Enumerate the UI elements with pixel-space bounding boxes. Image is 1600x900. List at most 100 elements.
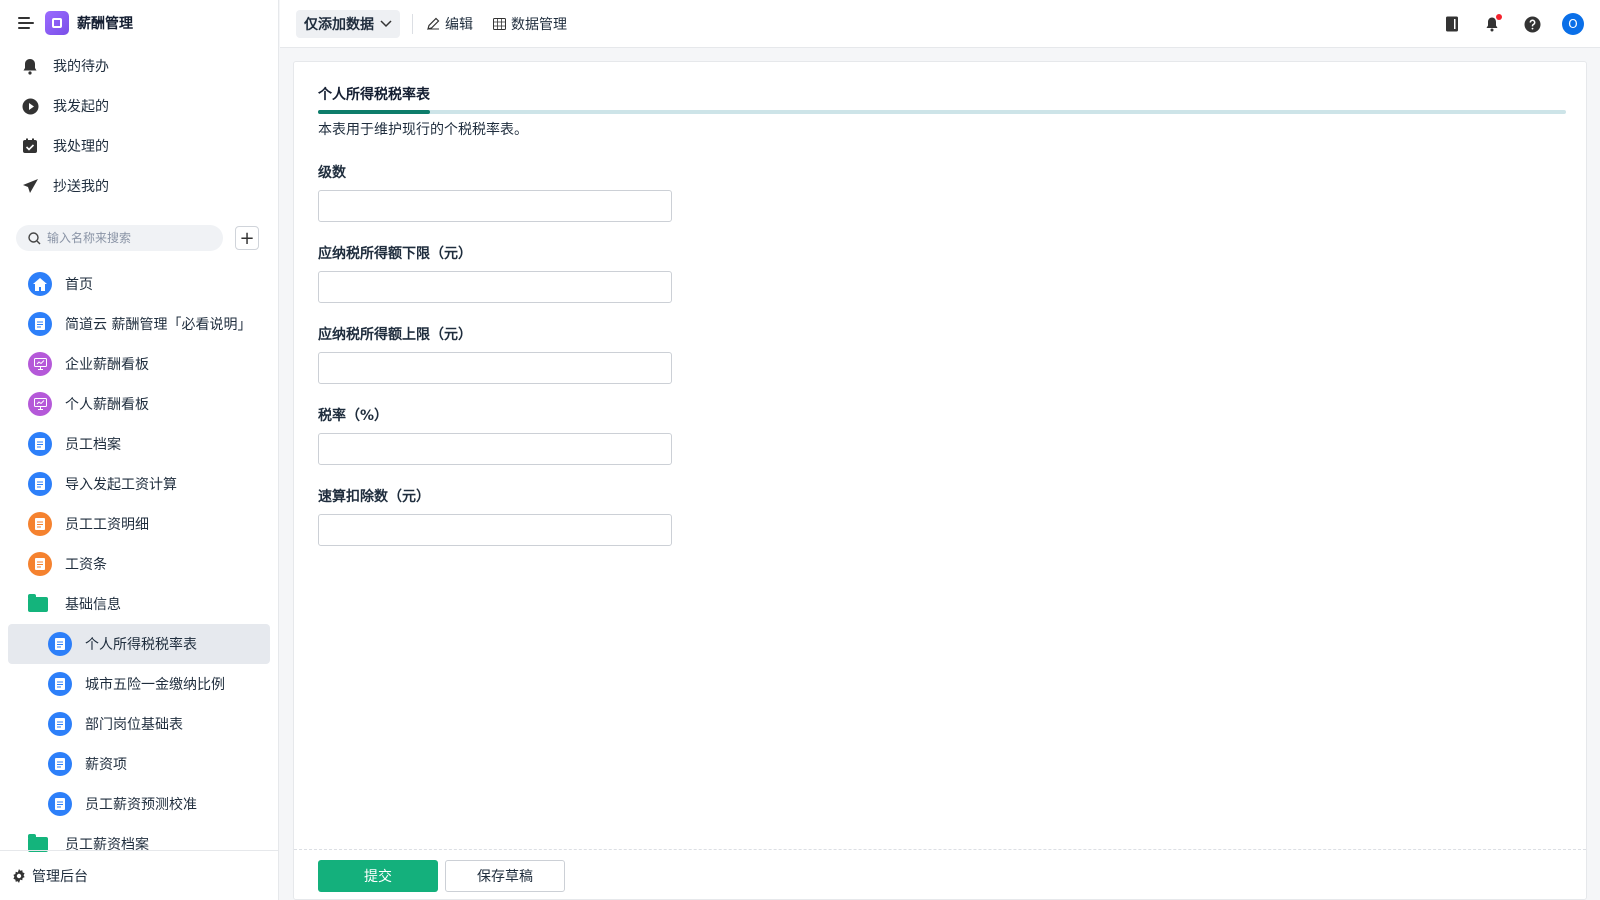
save-draft-button[interactable]: 保存草稿 [445,860,565,892]
nav-item-label: 基础信息 [65,597,121,613]
calendar-check-icon [21,137,39,155]
dashboard-icon [28,352,52,376]
nav-item-guide[interactable]: 简道云 薪酬管理「必看说明」 [8,304,270,344]
user-avatar[interactable]: O [1562,13,1584,35]
nav-item-tax-rate-table[interactable]: 个人所得税税率表 [8,624,270,664]
document-icon [28,312,52,336]
nav-item-payslip[interactable]: 工资条 [8,544,270,584]
document-icon [28,432,52,456]
document-icon [28,512,52,536]
app-title: 薪酬管理 [77,16,133,32]
admin-console-label: 管理后台 [32,868,88,885]
pencil-icon [427,17,440,30]
nav-list: 首页 简道云 薪酬管理「必看说明」 企业薪酬看板 个人薪酬看板 员工档案 导入发… [0,264,278,864]
nav-item-import-payroll[interactable]: 导入发起工资计算 [8,464,270,504]
gear-icon [13,868,25,883]
form-footer: 提交 保存草稿 [294,849,1586,899]
notebook-icon[interactable] [1442,14,1462,34]
document-icon [48,672,72,696]
nav-item-label: 简道云 薪酬管理「必看说明」 [65,317,252,333]
data-manage-button[interactable]: 数据管理 [493,14,567,34]
level-input[interactable] [318,190,672,222]
submit-button[interactable]: 提交 [318,860,438,892]
add-button[interactable]: + [235,226,259,250]
form-description: 本表用于维护现行的个税税率表。 [318,122,528,138]
document-icon [48,752,72,776]
nav-folder-basic-info[interactable]: 基础信息 [8,584,270,624]
field-level: 级数 [318,162,672,222]
field-quick-deduction: 速算扣除数（元） [318,486,672,546]
income-lower-input[interactable] [318,271,672,303]
form-card: 个人所得税税率表 本表用于维护现行的个税税率表。 级数 应纳税所得额下限（元） … [293,61,1587,900]
search-box [16,225,223,251]
document-icon [48,632,72,656]
document-icon [48,792,72,816]
dashboard-icon [28,392,52,416]
nav-item-label: 部门岗位基础表 [85,717,183,733]
quick-link-label: 我处理的 [53,139,109,155]
toolbar-divider [412,13,413,34]
mode-dropdown[interactable]: 仅添加数据 [296,9,400,38]
app-logo-icon [45,11,69,35]
form-title-underline [318,110,1566,114]
nav-item-personal-dashboard[interactable]: 个人薪酬看板 [8,384,270,424]
search-row: + [0,206,278,258]
quick-link-label: 我的待办 [53,59,109,75]
nav-item-label: 企业薪酬看板 [65,357,149,373]
nav-item-employee-files[interactable]: 员工档案 [8,424,270,464]
quick-link-handled[interactable]: 我处理的 [0,126,278,166]
field-label: 应纳税所得额上限（元） [318,327,472,343]
admin-console-link[interactable]: 管理后台 [0,850,279,900]
mode-dropdown-label: 仅添加数据 [304,16,374,33]
nav-item-home[interactable]: 首页 [8,264,270,304]
quick-link-label: 抄送我的 [53,179,109,195]
search-icon [28,231,41,244]
nav-item-label: 导入发起工资计算 [65,477,177,493]
nav-item-label: 员工薪资预测校准 [85,797,197,813]
income-upper-input[interactable] [318,352,672,384]
quick-link-todo[interactable]: 我的待办 [0,46,278,86]
nav-item-label: 薪资项 [85,757,127,773]
document-icon [48,712,72,736]
field-tax-rate: 税率（%） [318,405,672,465]
toolbar-right: O [1422,0,1584,48]
nav-item-salary-items[interactable]: 薪资项 [8,744,270,784]
nav-item-enterprise-dashboard[interactable]: 企业薪酬看板 [8,344,270,384]
nav-item-city-insurance[interactable]: 城市五险一金缴纳比例 [8,664,270,704]
menu-icon[interactable] [18,17,34,29]
form-title: 个人所得税税率表 [318,87,430,103]
field-income-upper: 应纳税所得额上限（元） [318,324,672,384]
quick-deduction-input[interactable] [318,514,672,546]
quick-links: 我的待办 我发起的 我处理的 抄送我的 [0,46,278,206]
top-toolbar: 仅添加数据 编辑 数据管理 O [280,0,1600,48]
field-label: 速算扣除数（元） [318,489,430,505]
send-icon [21,177,39,195]
form-title-accent [318,110,430,114]
notification-bell-icon[interactable] [1482,14,1502,34]
edit-button-label: 编辑 [445,16,473,33]
table-icon [493,17,506,30]
quick-link-cc[interactable]: 抄送我的 [0,166,278,206]
nav-item-label: 城市五险一金缴纳比例 [85,677,225,693]
tax-rate-input[interactable] [318,433,672,465]
home-icon [28,272,52,296]
document-icon [28,472,52,496]
sidebar: 薪酬管理 我的待办 我发起的 我处理的 抄送我的 输入名称来搜索 + 首页 简道… [0,0,279,900]
data-manage-button-label: 数据管理 [511,16,567,33]
nav-item-salary-forecast[interactable]: 员工薪资预测校准 [8,784,270,824]
nav-item-label: 员工档案 [65,437,121,453]
edit-button[interactable]: 编辑 [427,14,473,34]
search-input[interactable] [47,231,217,245]
nav-item-label: 个人薪酬看板 [65,397,149,413]
nav-item-label: 个人所得税税率表 [85,637,197,653]
field-label: 级数 [318,165,346,181]
nav-item-label: 工资条 [65,557,107,573]
folder-icon [28,593,48,612]
nav-item-department-positions[interactable]: 部门岗位基础表 [8,704,270,744]
nav-item-salary-detail[interactable]: 员工工资明细 [8,504,270,544]
document-icon [28,552,52,576]
quick-link-initiated[interactable]: 我发起的 [0,86,278,126]
field-income-lower: 应纳税所得额下限（元） [318,243,672,303]
notification-badge [1496,14,1502,20]
help-icon[interactable] [1522,14,1542,34]
